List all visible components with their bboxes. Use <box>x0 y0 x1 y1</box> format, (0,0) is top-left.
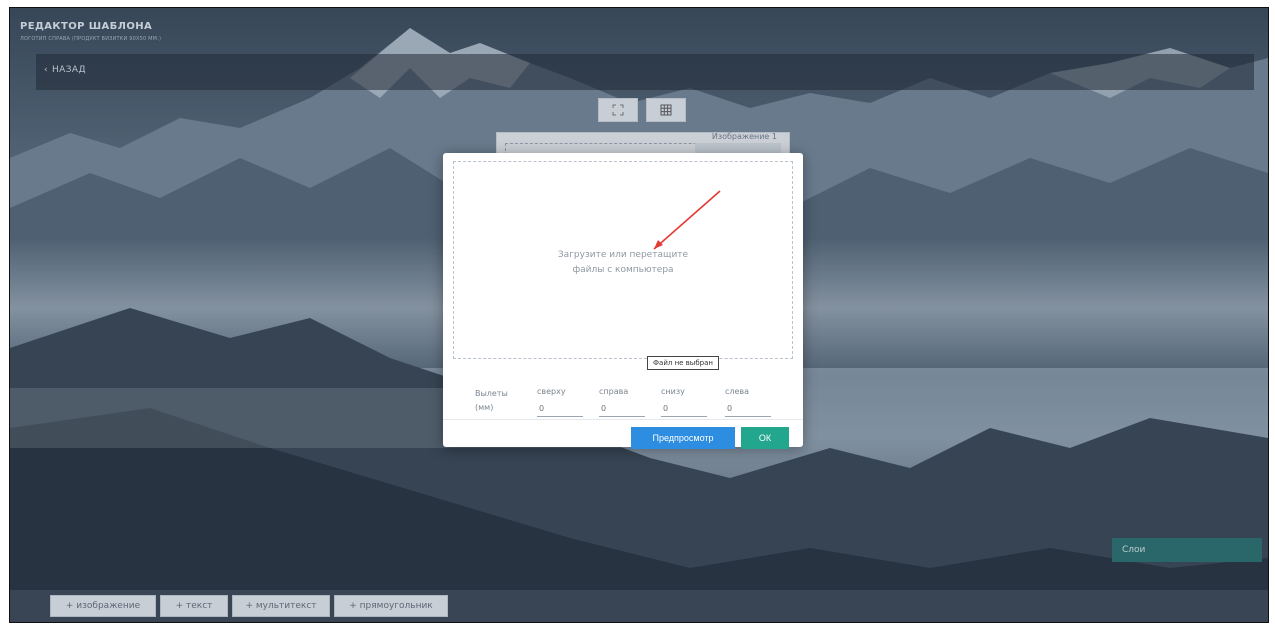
bleed-bottom-input[interactable] <box>661 401 707 417</box>
dropzone-instructions: Загрузите или перетащите файлы с компьют… <box>454 248 792 278</box>
bleed-left-label: слева <box>725 387 750 396</box>
bleed-top-field: сверху <box>537 387 583 417</box>
bleed-left-field: слева <box>725 387 771 417</box>
dropzone-line-1: Загрузите или перетащите <box>557 250 689 260</box>
bleed-bottom-label: снизу <box>661 387 685 396</box>
bleed-top-input[interactable] <box>537 401 583 417</box>
red-arrow-icon <box>653 190 721 250</box>
file-status-tooltip: Файл не выбран <box>647 356 719 370</box>
modal-divider <box>443 419 803 420</box>
bleed-right-input[interactable] <box>599 401 645 417</box>
bleeds-label: Вылеты (мм) <box>475 387 508 415</box>
bleed-right-label: справа <box>599 387 629 396</box>
bleed-right-field: справа <box>599 387 645 417</box>
bleed-top-label: сверху <box>537 387 566 396</box>
ok-button[interactable]: ОК <box>741 427 789 449</box>
file-dropzone[interactable]: Загрузите или перетащите файлы с компьют… <box>453 161 793 370</box>
bleeds-label-line-1: Вылеты <box>475 389 508 398</box>
preview-button[interactable]: Предпросмотр <box>631 427 735 449</box>
bleeds-settings: Вылеты (мм) сверху справа снизу слева <box>475 387 795 427</box>
bleed-bottom-field: снизу <box>661 387 707 417</box>
bleeds-label-line-2: (мм) <box>475 403 494 412</box>
dropzone-line-2: файлы с компьютера <box>572 265 674 275</box>
upload-image-dialog: Загрузите или перетащите файлы с компьют… <box>443 153 803 449</box>
bleed-left-input[interactable] <box>725 401 771 417</box>
app-window: РЕДАКТОР ШАБЛОНА ЛОГОТИП СПРАВА (ПРОДУКТ… <box>10 8 1268 622</box>
